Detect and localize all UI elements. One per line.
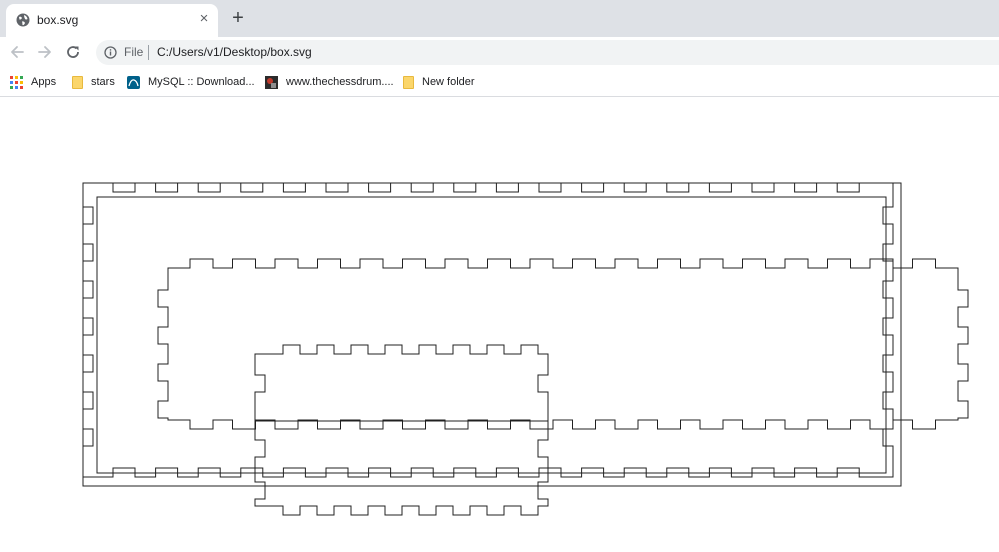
side-panel-large — [157, 258, 969, 430]
bookmark-label: New folder — [422, 76, 475, 88]
folder-icon — [403, 75, 414, 89]
bookmark-label: www.thechessdrum.... — [286, 76, 394, 88]
bookmark-label: Apps — [31, 76, 57, 88]
bookmark-new-folder[interactable]: New folder — [403, 73, 475, 91]
bookmark-mysql[interactable]: MySQL :: Download... — [127, 73, 255, 91]
globe-icon — [16, 13, 30, 27]
address-bar[interactable]: File C:/Users/v1/Desktop/box.svg — [96, 40, 999, 65]
close-tab-icon[interactable]: × — [196, 11, 212, 27]
new-tab-button[interactable]: + — [229, 8, 247, 28]
chessdrum-icon — [265, 75, 278, 89]
bookmark-stars[interactable]: stars — [72, 73, 115, 91]
bookmark-chessdrum[interactable]: www.thechessdrum.... — [265, 73, 394, 91]
svg-document-view — [0, 98, 999, 552]
bookmark-label: MySQL :: Download... — [148, 76, 255, 88]
arrow-right-icon[interactable] — [36, 43, 54, 61]
toolbar: File C:/Users/v1/Desktop/box.svg — [0, 37, 999, 68]
reload-icon[interactable] — [64, 43, 82, 61]
info-icon[interactable] — [104, 46, 117, 59]
tab-box-svg[interactable]: box.svg × — [6, 4, 218, 37]
apps-grid-icon — [10, 75, 23, 89]
omnibox-divider — [148, 45, 149, 60]
bookmarks-bar: Apps stars MySQL :: Download... www.thec… — [0, 68, 999, 97]
mysql-icon — [127, 75, 140, 89]
inner-face-panel — [82, 182, 894, 478]
box-drawing — [82, 182, 969, 516]
url-scheme-label: File — [124, 45, 144, 59]
small-panel-top — [254, 344, 549, 422]
tab-strip: box.svg × + — [0, 0, 999, 37]
outer-face-outline — [82, 182, 902, 487]
bookmark-label: stars — [91, 76, 115, 88]
folder-icon — [72, 75, 83, 89]
tab-title: box.svg — [37, 13, 79, 27]
bookmark-apps[interactable]: Apps — [10, 73, 56, 91]
url-text[interactable]: C:/Users/v1/Desktop/box.svg — [157, 45, 312, 59]
inner-frame-outline — [96, 196, 887, 474]
arrow-left-icon[interactable] — [8, 43, 26, 61]
